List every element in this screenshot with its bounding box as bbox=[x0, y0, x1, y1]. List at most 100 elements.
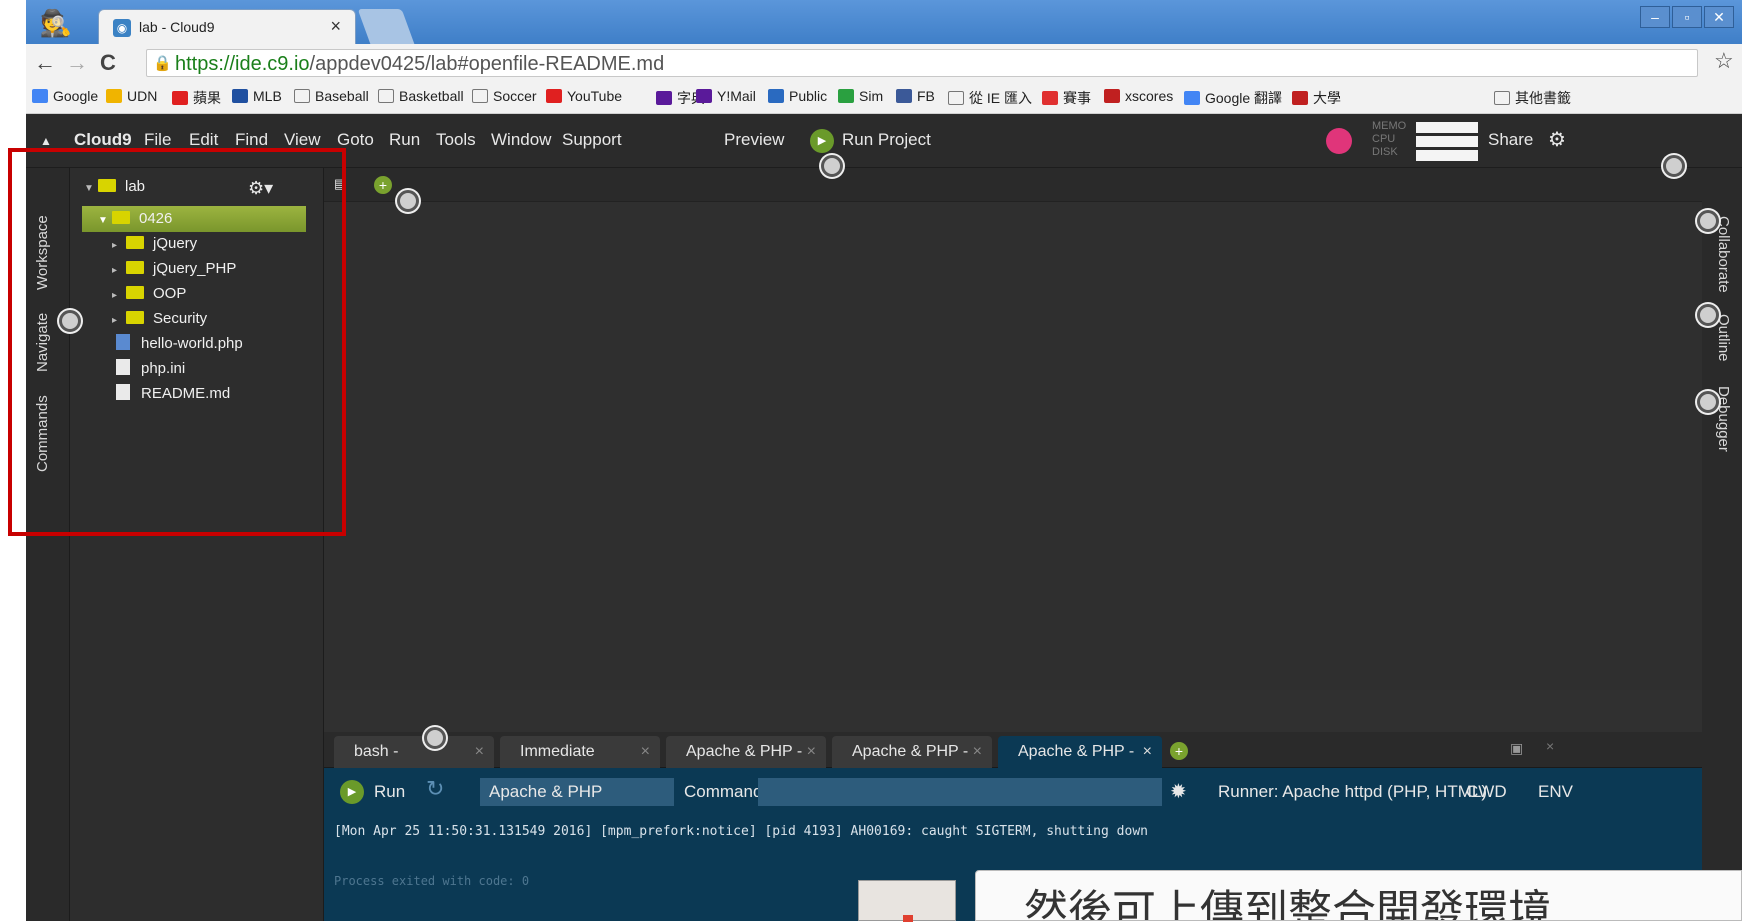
bookmark-item[interactable]: Baseball bbox=[294, 88, 369, 104]
layout-icon[interactable]: ▤ bbox=[334, 176, 346, 192]
bookmark-item[interactable]: MLB bbox=[232, 88, 282, 104]
bookmark-item[interactable]: 賽事 bbox=[1042, 88, 1091, 108]
bookmark-item[interactable]: UDN bbox=[106, 88, 157, 104]
console-tab-bash[interactable]: bash - "appdev0425"× bbox=[334, 736, 494, 792]
bookmark-item[interactable]: 大學 bbox=[1292, 88, 1341, 108]
close-tab-icon[interactable]: × bbox=[973, 736, 982, 768]
close-tab-icon[interactable]: × bbox=[1143, 736, 1152, 768]
folder-icon bbox=[126, 236, 144, 249]
bookmark-item[interactable]: Google 翻譯 bbox=[1184, 88, 1282, 108]
tab-navigate[interactable]: Navigate bbox=[34, 313, 51, 372]
bookmark-icon bbox=[472, 89, 488, 103]
disk-bar bbox=[1416, 150, 1478, 161]
bookmark-label: FB bbox=[917, 88, 935, 104]
menu-find[interactable]: Find bbox=[235, 130, 268, 150]
menu-view[interactable]: View bbox=[284, 130, 321, 150]
back-button[interactable]: ← bbox=[34, 51, 56, 75]
tree-settings-gear-icon[interactable]: ⚙▾ bbox=[248, 178, 273, 199]
menu-cloud9[interactable]: Cloud9 bbox=[74, 130, 132, 150]
bookmark-icon bbox=[948, 91, 964, 105]
tab-collaborate[interactable]: Collaborate bbox=[1715, 216, 1732, 293]
env-button[interactable]: ENV bbox=[1538, 782, 1573, 802]
tree-folder-oop[interactable]: ▸ OOP bbox=[112, 281, 186, 307]
bookmark-icon bbox=[1494, 91, 1510, 105]
bookmark-star-icon[interactable]: ☆ bbox=[1714, 49, 1734, 73]
close-tab-icon[interactable]: × bbox=[807, 736, 816, 768]
maximize-panel-icon[interactable]: ▣ bbox=[1510, 740, 1523, 757]
share-button[interactable]: Share bbox=[1488, 130, 1533, 150]
bookmark-item[interactable]: YouTube bbox=[546, 88, 622, 104]
tree-file-php-ini[interactable]: php.ini bbox=[116, 356, 185, 382]
annotation-dot bbox=[1663, 155, 1685, 177]
bookmark-item[interactable]: Soccer bbox=[472, 88, 537, 104]
run-play-icon[interactable]: ▶ bbox=[340, 780, 364, 804]
bookmark-item[interactable]: Public bbox=[768, 88, 827, 104]
forward-button[interactable]: → bbox=[66, 51, 88, 75]
bookmark-item[interactable]: FB bbox=[896, 88, 935, 104]
editor-area[interactable]: ▤ + bbox=[324, 168, 1702, 690]
bookmark-item[interactable]: Google bbox=[32, 88, 98, 104]
bookmark-item[interactable]: Basketball bbox=[378, 88, 464, 104]
bookmark-icon bbox=[1292, 91, 1308, 105]
command-input[interactable] bbox=[758, 778, 1162, 806]
close-panel-icon[interactable]: × bbox=[1546, 738, 1554, 754]
close-tab-icon[interactable]: × bbox=[641, 736, 650, 768]
tab-close-icon[interactable]: × bbox=[330, 16, 341, 37]
tree-folder-jquery[interactable]: ▸ jQuery bbox=[112, 231, 197, 257]
annotation-dot bbox=[424, 727, 446, 749]
tree-folder-0426[interactable]: ▼ 0426 bbox=[98, 206, 172, 232]
bookmark-item[interactable]: Sim bbox=[838, 88, 883, 104]
php-file-icon bbox=[116, 334, 130, 350]
bookmark-item[interactable]: 其他書籤 bbox=[1494, 88, 1571, 108]
address-bar[interactable]: 🔒 https://ide.c9.io/appdev0425/lab#openf… bbox=[146, 49, 1698, 77]
tab-commands[interactable]: Commands bbox=[34, 395, 51, 472]
tab-workspace[interactable]: Workspace bbox=[34, 215, 51, 290]
bookmark-label: UDN bbox=[127, 88, 158, 104]
restart-icon[interactable]: ↻ bbox=[426, 776, 444, 802]
new-tab-button[interactable] bbox=[357, 9, 415, 44]
collapse-menu-icon[interactable]: ▲ bbox=[40, 134, 52, 148]
preview-button[interactable]: Preview bbox=[724, 130, 784, 150]
tree-file-readme[interactable]: README.md bbox=[116, 381, 230, 407]
close-tab-icon[interactable]: × bbox=[475, 736, 484, 768]
bookmark-icon bbox=[838, 89, 854, 103]
cwd-button[interactable]: CWD bbox=[1466, 782, 1507, 802]
restore-button[interactable]: ▫ bbox=[1672, 6, 1702, 28]
bookmark-item[interactable]: 從 IE 匯入 bbox=[948, 88, 1032, 108]
runner-select[interactable]: Apache & PHP bbox=[480, 778, 674, 806]
console-tab-immediate[interactable]: Immediate × bbox=[500, 736, 660, 768]
tab-outline[interactable]: Outline bbox=[1715, 314, 1732, 362]
tree-root-lab[interactable]: ▼ lab bbox=[84, 174, 145, 200]
menu-edit[interactable]: Edit bbox=[189, 130, 218, 150]
menu-file[interactable]: File bbox=[144, 130, 171, 150]
browser-tab-active[interactable]: ◉ lab - Cloud9 × bbox=[98, 9, 356, 44]
runner-bug-icon[interactable]: ✹ bbox=[1170, 779, 1187, 804]
close-window-button[interactable]: ✕ bbox=[1704, 6, 1734, 28]
menu-tools[interactable]: Tools bbox=[436, 130, 476, 150]
menu-window[interactable]: Window bbox=[491, 130, 551, 150]
console-tab-apache-3[interactable]: Apache & PHP - × bbox=[998, 736, 1162, 768]
console-new-tab-plus-icon[interactable]: + bbox=[1170, 742, 1188, 760]
lock-icon: 🔒 bbox=[153, 55, 172, 72]
bookmark-item[interactable]: 蘋果 bbox=[172, 88, 221, 108]
menu-run[interactable]: Run bbox=[389, 130, 420, 150]
tree-file-hello-world[interactable]: hello-world.php bbox=[116, 331, 243, 357]
run-button[interactable]: Run bbox=[374, 782, 405, 802]
tree-folder-jquery-php[interactable]: ▸ jQuery_PHP bbox=[112, 256, 236, 282]
console-tab-apache-1[interactable]: Apache & PHP - × bbox=[666, 736, 826, 768]
output-line: Process exited with code: 0 bbox=[334, 874, 530, 888]
bug-icon[interactable] bbox=[1326, 128, 1352, 154]
bookmark-item[interactable]: Y!Mail bbox=[696, 88, 756, 104]
tree-folder-security[interactable]: ▸ Security bbox=[112, 306, 207, 332]
console-tab-apache-2[interactable]: Apache & PHP - × bbox=[832, 736, 992, 768]
new-tab-plus-icon[interactable]: + bbox=[374, 176, 392, 194]
settings-gear-icon[interactable]: ⚙ bbox=[1548, 127, 1566, 152]
menu-support[interactable]: Support bbox=[562, 130, 622, 150]
bookmark-item[interactable]: xscores bbox=[1104, 88, 1173, 104]
bookmark-label: 賽事 bbox=[1063, 90, 1091, 106]
minimize-button[interactable]: – bbox=[1640, 6, 1670, 28]
reload-button[interactable]: C bbox=[100, 51, 116, 75]
bookmark-icon bbox=[378, 89, 394, 103]
run-project-button[interactable]: Run Project bbox=[842, 130, 931, 150]
menu-goto[interactable]: Goto bbox=[337, 130, 374, 150]
